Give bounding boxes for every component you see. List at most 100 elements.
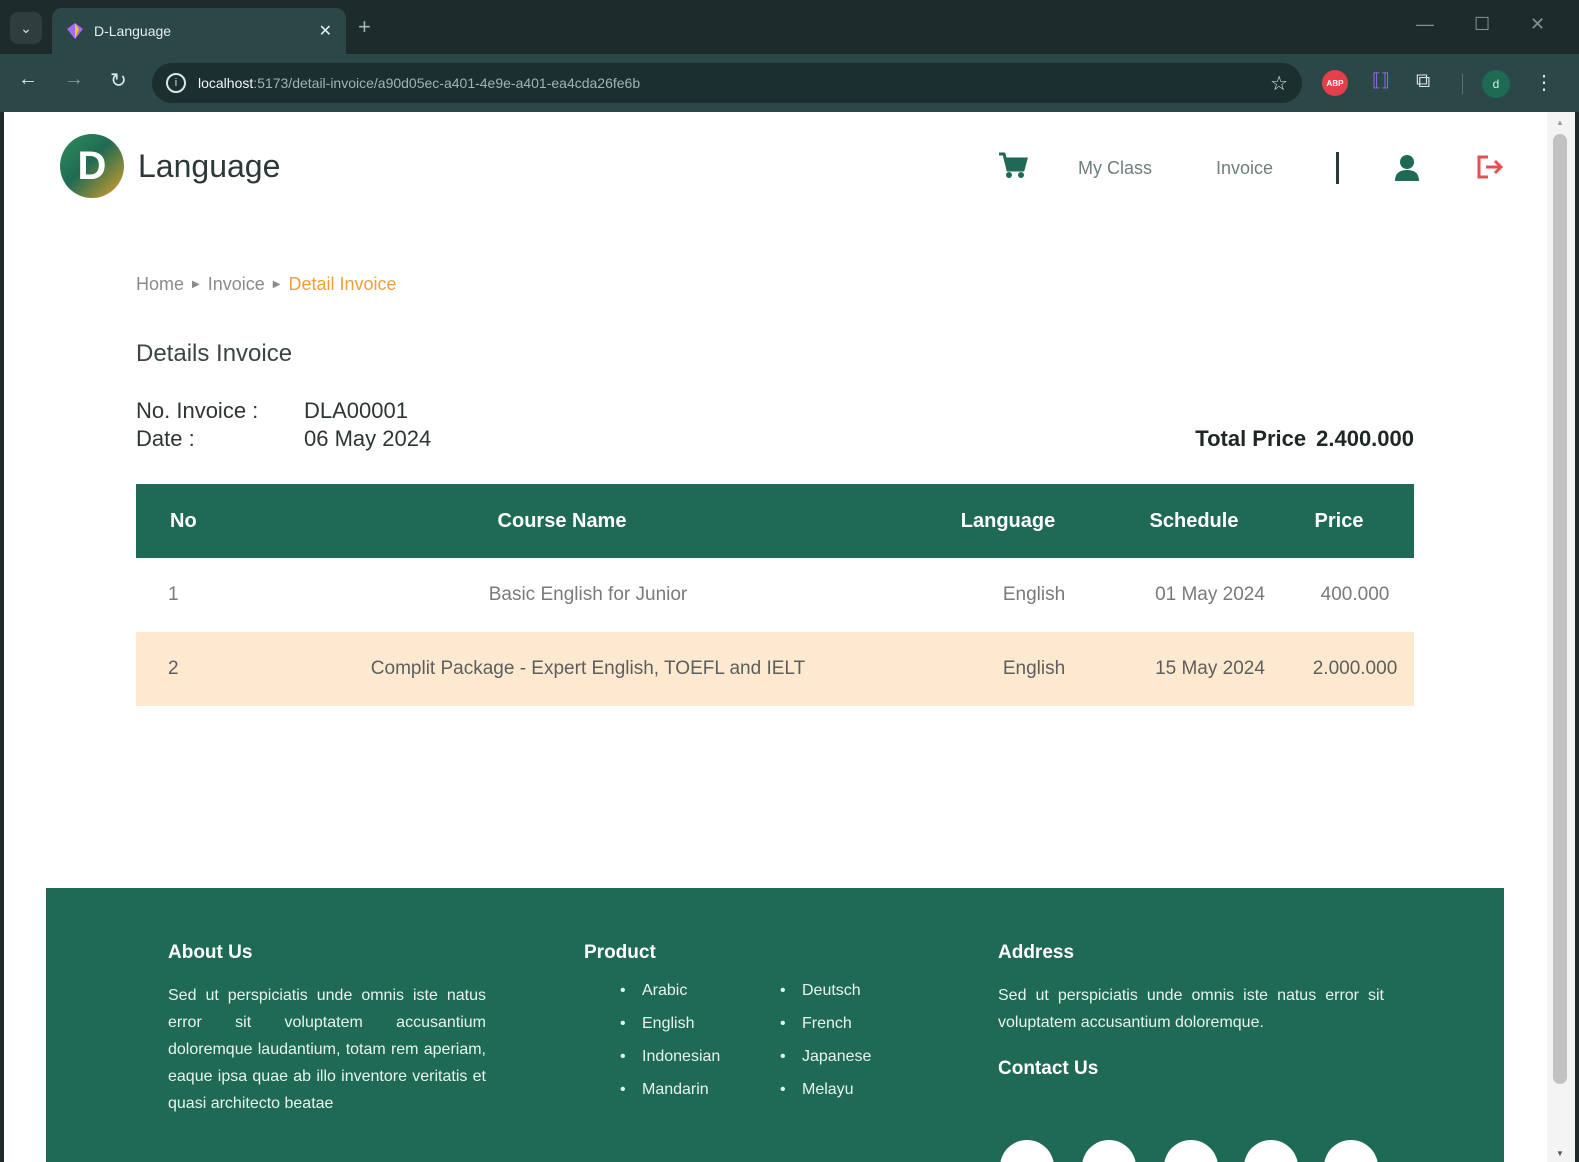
table-row: 2 Complit Package - Expert English, TOEF… (136, 632, 1414, 706)
tab-search-chevron-icon[interactable]: ⌄ (10, 12, 42, 44)
browser-toolbar: ← → ↻ i localhost:5173/detail-invoice/a9… (0, 54, 1579, 112)
footer-product-link[interactable]: English (620, 1015, 780, 1048)
social-link-icon[interactable] (1324, 1140, 1378, 1162)
cell-schedule: 01 May 2024 (1155, 584, 1265, 605)
invoice-date-label: Date : (136, 426, 195, 451)
reload-icon[interactable]: ↻ (110, 68, 127, 93)
social-link-icon[interactable] (1164, 1140, 1218, 1162)
breadcrumb-invoice-link[interactable]: Invoice (208, 274, 265, 295)
cell-no: 2 (168, 658, 179, 679)
column-header-price: Price (1314, 509, 1364, 532)
browser-menu-icon[interactable]: ⋮ (1534, 70, 1554, 95)
cell-schedule: 15 May 2024 (1155, 658, 1265, 679)
profile-avatar[interactable]: d (1482, 70, 1510, 98)
page-scrollbar[interactable]: ▲ ▼ (1547, 112, 1575, 1162)
footer-product-link[interactable]: Mandarin (620, 1081, 780, 1114)
url-text: localhost:5173/detail-invoice/a90d05ec-a… (198, 75, 1270, 91)
site-logo[interactable]: D Language (60, 134, 280, 198)
cell-price: 2.000.000 (1312, 658, 1398, 679)
browser-tab[interactable]: D-Language ✕ (52, 8, 346, 54)
total-price: Total Price 2.400.000 (1154, 426, 1414, 452)
toolbar-divider (1462, 74, 1463, 94)
page-title: Details Invoice (136, 340, 293, 367)
social-link-icon[interactable] (1244, 1140, 1298, 1162)
site-info-icon[interactable]: i (166, 73, 186, 93)
breadcrumb-separator-icon: ▶ (272, 279, 281, 290)
breadcrumb: Home ▶ Invoice ▶ Detail Invoice (136, 274, 397, 295)
logo-letter: D (77, 143, 107, 188)
tab-close-icon[interactable]: ✕ (319, 21, 332, 41)
window-close-icon[interactable]: ✕ (1530, 14, 1545, 35)
url-host: localhost (198, 75, 254, 91)
window-maximize-icon[interactable]: ☐ (1474, 14, 1490, 35)
breadcrumb-separator-icon: ▶ (192, 279, 200, 290)
scroll-up-arrow-icon[interactable]: ▲ (1556, 118, 1564, 127)
cell-course-name: Basic English for Junior (488, 584, 688, 605)
invoice-number-value: DLA00001 (304, 398, 408, 423)
tab-title: D-Language (94, 23, 172, 39)
adblock-extension-icon[interactable]: ABP (1322, 70, 1348, 96)
logo-mark: D (60, 134, 124, 198)
footer-product-link[interactable]: Indonesian (620, 1048, 780, 1081)
user-profile-icon[interactable] (1394, 154, 1420, 182)
nav-my-class-link[interactable]: My Class (1078, 158, 1152, 179)
footer-address-title: Address (998, 942, 1075, 963)
extension-brackets-icon[interactable]: ⟦⟧ (1372, 70, 1390, 91)
cart-icon[interactable] (998, 152, 1028, 180)
footer-product-link[interactable]: Melayu (780, 1081, 940, 1114)
social-link-icon[interactable] (1082, 1140, 1136, 1162)
nav-invoice-link[interactable]: Invoice (1216, 158, 1273, 179)
extensions-puzzle-icon[interactable]: ⧉ (1416, 70, 1430, 93)
cell-language: English (1002, 584, 1066, 605)
site-favicon-icon (67, 23, 83, 39)
cell-language: English (1002, 658, 1066, 679)
footer-product-list: Arabic English Indonesian Mandarin (620, 982, 780, 1114)
footer-product-link[interactable]: Deutsch (780, 982, 940, 1015)
breadcrumb-home-link[interactable]: Home (136, 274, 184, 295)
footer-address-text: Sed ut perspiciatis unde omnis iste natu… (998, 987, 1384, 1031)
footer-product-link[interactable]: Japanese (780, 1048, 940, 1081)
bookmark-star-icon[interactable]: ☆ (1270, 71, 1288, 96)
footer-product-list: Deutsch French Japanese Melayu (780, 982, 940, 1114)
invoice-date-value: 06 May 2024 (304, 426, 432, 451)
footer-address: Address Sed ut perspiciatis unde omnis i… (998, 942, 1384, 1098)
invoice-number-row: No. Invoice : DLA00001 (136, 398, 408, 424)
page-viewport: D Language My Class Invoice Home ▶ Invoi… (4, 112, 1547, 1162)
footer-contact-title: Contact Us (998, 1058, 1099, 1079)
nav-divider (1336, 152, 1339, 184)
window-minimize-icon[interactable]: — (1416, 14, 1434, 35)
column-header-no: No (170, 509, 197, 532)
logout-icon[interactable] (1476, 154, 1504, 180)
column-header-course-name: Course Name (497, 509, 627, 532)
breadcrumb-current: Detail Invoice (288, 274, 397, 294)
footer-product-link[interactable]: French (780, 1015, 940, 1048)
column-header-language: Language (960, 509, 1056, 532)
logo-text: Language (138, 147, 281, 184)
total-price-value: 2.400.000 (1316, 426, 1414, 451)
footer-about-text: Sed ut perspiciatis unde omnis iste natu… (168, 987, 486, 1112)
back-arrow-icon[interactable]: ← (18, 68, 38, 91)
footer-product-title: Product (584, 942, 656, 963)
footer-product: Product Arabic English Indonesian Mandar… (584, 942, 944, 1114)
invoice-number-label: No. Invoice : (136, 398, 259, 423)
scrollbar-thumb[interactable] (1553, 134, 1567, 1084)
url-path: :5173/detail-invoice/a90d05ec-a401-4e9e-… (253, 75, 641, 91)
footer-product-link[interactable]: Arabic (620, 982, 780, 1015)
address-bar[interactable]: i localhost:5173/detail-invoice/a90d05ec… (152, 63, 1302, 103)
footer-about: About Us Sed ut perspiciatis unde omnis … (168, 942, 486, 1117)
invoice-items-table: No Course Name Language Schedule Price 1… (136, 484, 1414, 706)
browser-tab-bar: ⌄ D-Language ✕ + — ☐ ✕ (0, 0, 1579, 54)
forward-arrow-icon[interactable]: → (64, 68, 84, 91)
social-link-icon[interactable] (1000, 1140, 1054, 1162)
cell-no: 1 (168, 584, 179, 605)
table-header-row: No Course Name Language Schedule Price (136, 484, 1414, 558)
table-row: 1 Basic English for Junior English 01 Ma… (136, 558, 1414, 632)
site-footer: About Us Sed ut perspiciatis unde omnis … (46, 888, 1504, 1162)
scroll-down-arrow-icon[interactable]: ▼ (1556, 1149, 1564, 1158)
footer-about-title: About Us (168, 942, 253, 963)
cell-price: 400.000 (1320, 584, 1390, 605)
total-price-label: Total Price (1195, 426, 1307, 451)
cell-course-name: Complit Package - Expert English, TOEFL … (370, 658, 806, 679)
new-tab-icon[interactable]: + (358, 14, 371, 40)
invoice-date-row: Date : 06 May 2024 (136, 426, 431, 452)
